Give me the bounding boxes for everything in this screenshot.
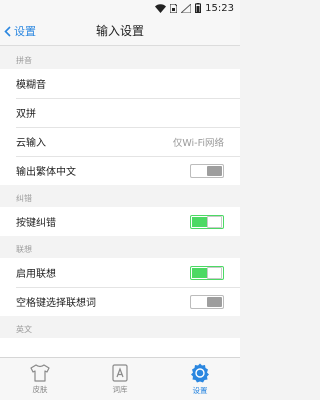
back-button[interactable]: 设置 xyxy=(4,16,36,46)
setting-label: 空格键选择联想词 xyxy=(16,298,96,309)
setting-label: 云输入 xyxy=(16,138,46,149)
section-header-pinyin: 拼音 xyxy=(0,47,240,69)
back-button-label: 设置 xyxy=(14,25,36,38)
setting-row-fuzzy-pinyin[interactable]: 模糊音 xyxy=(0,69,240,98)
dictionary-icon xyxy=(112,363,128,382)
enable-prediction-toggle[interactable] xyxy=(190,265,224,280)
toggle-knob xyxy=(207,266,222,279)
setting-label: 启用联想 xyxy=(16,269,56,280)
status-time: 15:23 xyxy=(205,2,234,14)
toggle-knob xyxy=(207,296,222,307)
key-correction-toggle[interactable] xyxy=(190,214,224,229)
sim-card-icon xyxy=(170,3,178,13)
tab-label: 词库 xyxy=(112,384,128,394)
toggle-fill xyxy=(192,267,207,278)
setting-value: 仅Wi-Fi网络 xyxy=(172,137,224,149)
wifi-icon xyxy=(155,3,167,13)
signal-icon xyxy=(181,3,192,13)
chevron-left-icon xyxy=(4,25,11,37)
page-title: 输入设置 xyxy=(95,24,144,38)
space-select-prediction-toggle[interactable] xyxy=(190,294,224,309)
setting-label: 输出繁体中文 xyxy=(16,167,76,178)
setting-row-space-select-prediction: 空格键选择联想词 xyxy=(0,287,240,316)
setting-row-traditional-chinese: 输出繁体中文 xyxy=(0,156,240,185)
setting-row-enable-prediction: 启用联想 xyxy=(0,258,240,287)
setting-row-double-pinyin[interactable]: 双拼 xyxy=(0,98,240,127)
setting-row-english-partial[interactable] xyxy=(0,338,240,357)
shirt-icon xyxy=(30,363,50,382)
status-bar: 15:23 xyxy=(0,0,240,16)
setting-label: 双拼 xyxy=(16,109,36,120)
navigation-bar: 设置 输入设置 xyxy=(0,16,240,46)
section-header-english: 英文 xyxy=(0,316,240,338)
section-header-prediction: 联想 xyxy=(0,236,240,258)
tab-skin[interactable]: 皮肤 xyxy=(10,363,70,395)
bottom-tab-bar: 皮肤 词库 设置 xyxy=(0,357,240,400)
toggle-knob xyxy=(207,165,222,176)
section-header-correction: 纠错 xyxy=(0,185,240,207)
toggle-fill xyxy=(192,216,207,227)
tab-settings[interactable]: 设置 xyxy=(170,363,230,396)
traditional-chinese-toggle[interactable] xyxy=(190,163,224,178)
tab-label: 皮肤 xyxy=(32,384,48,394)
setting-label: 模糊音 xyxy=(16,80,46,91)
setting-row-cloud-input[interactable]: 云输入 仅Wi-Fi网络 xyxy=(0,127,240,156)
settings-list: 拼音 模糊音 双拼 云输入 仅Wi-Fi网络 输出繁体中文 纠错 按键纠错 联想… xyxy=(0,47,240,357)
setting-label: 按键纠错 xyxy=(16,218,56,229)
tab-label: 设置 xyxy=(192,385,208,395)
tab-dictionary[interactable]: 词库 xyxy=(90,363,150,395)
toggle-knob xyxy=(207,215,222,228)
battery-icon xyxy=(195,3,202,13)
gear-icon xyxy=(191,363,209,382)
setting-row-key-correction: 按键纠错 xyxy=(0,207,240,236)
